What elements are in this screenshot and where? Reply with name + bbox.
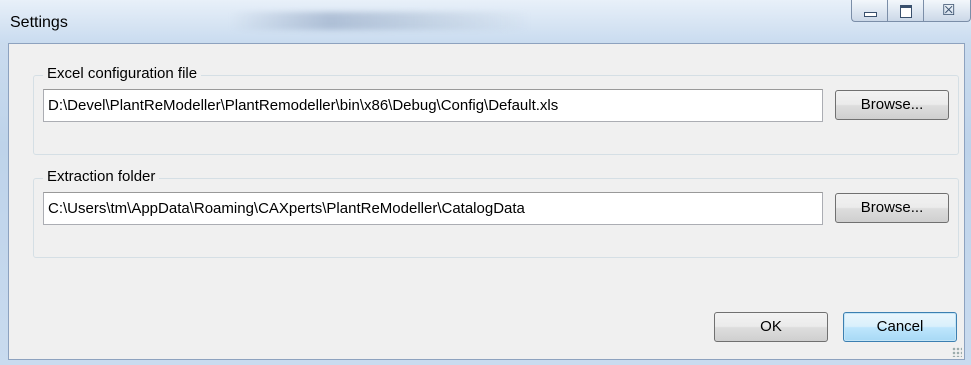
ok-button[interactable]: OK [714,312,828,342]
excel-config-path-input[interactable]: D:\Devel\PlantReModeller\PlantRemodeller… [43,89,823,122]
minimize-button[interactable] [851,0,887,22]
close-button[interactable]: ☒ [923,0,971,22]
excel-config-group: Excel configuration file D:\Devel\PlantR… [33,65,959,155]
extraction-folder-group: Extraction folder C:\Users\tm\AppData\Ro… [33,168,959,258]
maximize-button[interactable] [887,0,923,22]
background-blur [230,12,530,30]
maximize-icon [900,5,912,18]
cancel-button[interactable]: Cancel [843,312,957,342]
excel-browse-button[interactable]: Browse... [835,90,949,120]
dialog-client-area: Excel configuration file D:\Devel\PlantR… [8,43,965,360]
minimize-icon [864,12,877,17]
caption-buttons: ☒ [851,0,971,22]
settings-window: Settings ☒ Excel configuration file D:\D… [0,0,971,365]
close-icon: ☒ [942,2,956,19]
resize-grip[interactable] [952,347,962,357]
extraction-browse-button[interactable]: Browse... [835,193,949,223]
extraction-folder-path-input[interactable]: C:\Users\tm\AppData\Roaming\CAXperts\Pla… [43,192,823,225]
window-title: Settings [10,14,68,31]
extraction-folder-label: Extraction folder [43,168,160,185]
title-bar[interactable]: Settings ☒ [0,0,971,42]
excel-config-label: Excel configuration file [43,65,202,82]
